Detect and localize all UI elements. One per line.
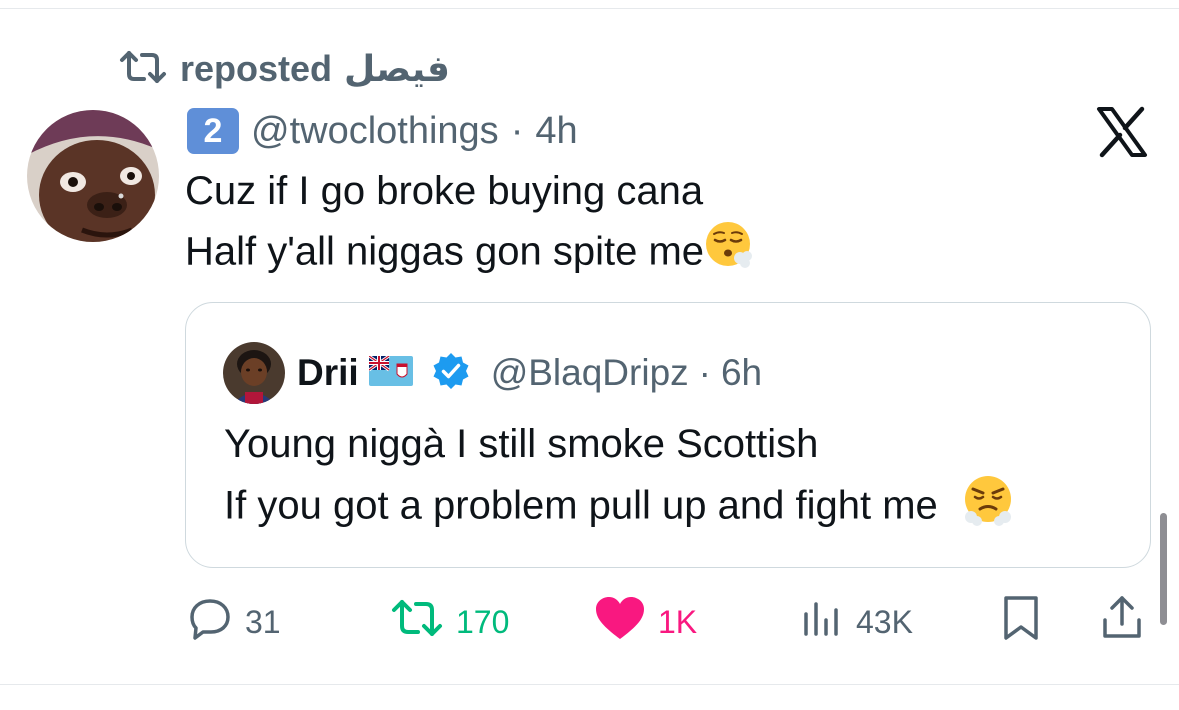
reply-count: 31 [245,603,281,640]
quoted-line-2-text: If you got a problem pull up and fight m… [224,483,938,528]
bookmark-icon [1000,594,1042,650]
tweet-line-1: Cuz if I go broke buying cana [185,169,704,213]
bookmark-button[interactable] [1000,592,1042,652]
tweet-line-2-text: Half y'all niggas gon spite me [185,229,705,274]
repost-icon [390,598,444,646]
tweet-line-2: Half y'all niggas gon spite me [185,220,756,288]
separator-dot: · [510,109,524,152]
repost-button[interactable]: 170 [390,592,509,652]
heart-icon [594,595,646,649]
repost-context[interactable]: reposted فيصل [118,45,450,93]
reply-button[interactable]: 31 [187,592,281,652]
keycap-2-icon: 2 [187,108,239,154]
repost-label: reposted [180,48,333,89]
repost-icon [118,50,168,89]
quoted-line-1: Young niggà I still smoke Scottish [224,422,819,466]
like-count: 1K [658,603,698,640]
steam-nose-emoji-icon [961,473,1015,543]
quoted-author-name[interactable]: Drii [297,352,359,394]
quoted-tweet-header: Drii @BlaqDripz · 6h [223,341,762,405]
tweet-body: Cuz if I go broke buying cana Half y'all… [185,162,756,288]
like-button[interactable]: 1K [594,592,697,652]
x-logo-icon[interactable] [1096,106,1148,158]
reply-icon [187,595,233,649]
views-button[interactable]: 43K [800,592,913,652]
quoted-tweet-card[interactable]: Drii @BlaqDripz · 6h Young niggà I still [185,302,1151,568]
share-icon [1100,594,1144,650]
views-count: 43K [856,603,913,640]
tweet-actions: 31 170 1K 43K [0,592,1179,652]
quoted-author-handle[interactable]: @BlaqDripz [491,352,689,394]
author-handle[interactable]: @twoclothings [251,110,499,153]
flag-icon [367,354,413,391]
scrollbar[interactable] [1160,513,1167,625]
tweet-time[interactable]: 4h [535,110,577,153]
bottom-divider [0,684,1179,685]
repost-count: 170 [456,603,510,640]
quoted-author-avatar[interactable] [223,342,285,404]
top-divider [0,8,1179,9]
quoted-tweet-body: Young niggà I still smoke Scottish If yo… [224,415,1015,543]
author-avatar[interactable] [27,110,159,242]
exhale-emoji-icon [704,220,756,288]
repost-user[interactable]: فيصل [344,48,450,90]
quoted-tweet-time[interactable]: 6h [721,352,762,394]
views-icon [800,598,844,646]
quoted-separator-dot: · [698,352,711,393]
quoted-line-2: If you got a problem pull up and fight m… [224,473,1015,543]
tweet-header: 2 @twoclothings · 4h [187,106,578,156]
share-button[interactable] [1100,592,1144,652]
verified-badge-icon [431,351,471,396]
